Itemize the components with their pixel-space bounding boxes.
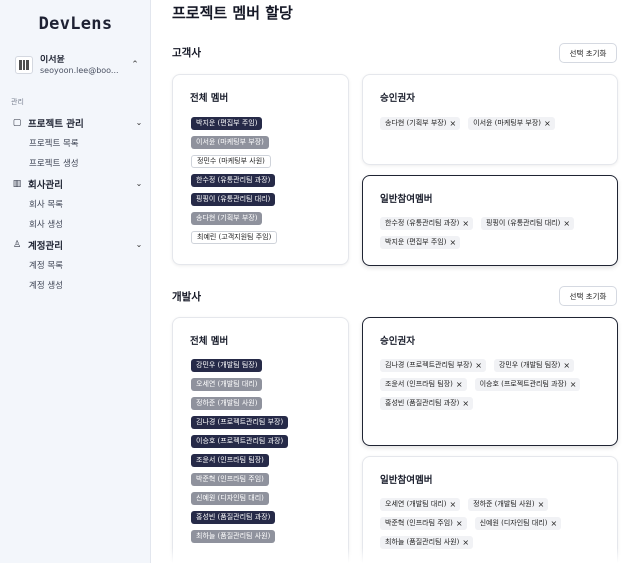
developer-participants-card[interactable]: 일반참여멤버 오세연 (개발팀 대리) × 정하준 (개발팀 사원) × 박준혁 (… (362, 456, 618, 563)
nav-group-label: 프로젝트 관리 (28, 118, 84, 130)
member-chip[interactable]: 박지운 (편집부 주임) (191, 117, 263, 130)
member-chip[interactable]: 정하준 (개발팀 사원) (191, 397, 263, 410)
participant-tag: 한수정 (유통관리팀 과장) × (380, 217, 474, 230)
folder-icon: ▢ (12, 117, 22, 128)
member-chip[interactable]: 한수정 (유통관리팀 과장) (191, 174, 276, 187)
remove-icon[interactable]: × (449, 236, 456, 249)
remove-icon[interactable]: × (462, 397, 469, 410)
member-chip[interactable]: 홍성빈 (품질관리팀 과장) (191, 511, 276, 524)
approver-tag: 이승호 (프로젝트관리팀 과장) × (474, 378, 581, 391)
sidebar: DevLens 이서윤 seoyoon.lee@boo... ⌃ 관리 ▢ 프로… (0, 0, 151, 563)
developer-approvers-card[interactable]: 승인권자 김나경 (프로젝트관리팀 부장) × 강민우 (개발팀 팀장) × 조윤서… (362, 317, 618, 446)
person-icon: ♙ (12, 239, 22, 250)
participant-tag: 오세연 (개발팀 대리) × (380, 498, 461, 511)
reset-selection-button[interactable]: 선택 초기화 (559, 43, 617, 63)
nav-group-account[interactable]: ♙ 계정관리 ⌄ (0, 234, 151, 255)
section-title-developer: 개발사 (172, 291, 201, 303)
card-title: 승인권자 (380, 93, 415, 104)
brand-logo[interactable]: DevLens (0, 14, 151, 34)
user-name: 이서윤 (40, 54, 65, 65)
client-all-members-card: 전체 멤버 박지운 (편집부 주임) 이서윤 (마케팅부 부장) 정민수 (마케… (172, 74, 349, 265)
participant-tag: 박지운 (편집부 주임) × (380, 236, 461, 249)
chevron-down-icon: ⌄ (135, 240, 143, 249)
remove-icon[interactable]: × (449, 117, 456, 130)
sidebar-item-company-create[interactable]: 회사 생성 (0, 214, 151, 234)
sidebar-item-company-list[interactable]: 회사 목록 (0, 194, 151, 214)
section-title-client: 고객사 (172, 47, 201, 59)
card-title: 승인권자 (380, 336, 415, 347)
client-approvers-card[interactable]: 승인권자 송다현 (기획부 부장) × 이서윤 (마케팅부 부장) × (362, 74, 618, 165)
participant-tag: 핑핑이 (유통관리팀 대리) × (481, 217, 575, 230)
chevron-down-icon: ⌄ (135, 118, 143, 127)
remove-icon[interactable]: × (570, 378, 577, 391)
approver-tag: 조윤서 (인프라팀 팀장) × (380, 378, 467, 391)
user-email: seoyoon.lee@boo... (40, 65, 119, 75)
member-chip[interactable]: 강민우 (개발팀 팀장) (191, 359, 263, 372)
participant-tag: 정하준 (개발팀 사원) × (468, 498, 549, 511)
remove-icon[interactable]: × (475, 359, 482, 372)
member-chip[interactable]: 최예린 (고객지원팀 주임) (191, 231, 278, 244)
sidebar-item-project-list[interactable]: 프로젝트 목록 (0, 133, 151, 153)
nav-group-project[interactable]: ▢ 프로젝트 관리 ⌄ (0, 112, 151, 133)
chevron-up-down-icon: ⌃ (131, 60, 139, 70)
reset-selection-button[interactable]: 선택 초기화 (559, 286, 617, 306)
member-chip[interactable]: 박준혁 (인프라팀 주임) (191, 473, 269, 486)
member-chip[interactable]: 오세연 (개발팀 대리) (191, 378, 263, 391)
section-label: 관리 (11, 98, 24, 106)
user-switcher[interactable]: 이서윤 seoyoon.lee@boo... ⌃ (10, 51, 141, 79)
chevron-down-icon: ⌄ (135, 179, 143, 188)
approver-tag: 김나경 (프로젝트관리팀 부장) × (380, 359, 486, 372)
member-chip[interactable]: 최하늘 (품질관리팀 사원) (191, 530, 276, 543)
card-title: 전체 멤버 (190, 93, 229, 104)
approver-tag: 이서윤 (마케팅부 부장) × (468, 117, 555, 130)
client-participants-card[interactable]: 일반참여멤버 한수정 (유통관리팀 과장) × 핑핑이 (유통관리팀 대리) × 박… (362, 175, 618, 266)
approver-tag: 강민우 (개발팀 팀장) × (493, 359, 575, 372)
page-title: 프로젝트 멤버 할당 (172, 4, 293, 22)
member-chip[interactable]: 이서윤 (마케팅부 부장) (191, 136, 269, 149)
nav-group-label: 회사관리 (28, 179, 63, 191)
participant-tag: 박준혁 (인프라팀 주임) × (380, 517, 467, 530)
remove-icon[interactable]: × (563, 217, 570, 230)
member-chip[interactable]: 김나경 (프로젝트관리팀 부장) (191, 416, 289, 429)
remove-icon[interactable]: × (456, 378, 463, 391)
member-chip[interactable]: 송다현 (기획부 부장) (191, 212, 263, 225)
sidebar-item-account-list[interactable]: 계정 목록 (0, 255, 151, 275)
card-title: 전체 멤버 (190, 336, 229, 347)
remove-icon[interactable]: × (462, 217, 469, 230)
member-chip[interactable]: 신예원 (디자인팀 대리) (191, 492, 269, 505)
sidebar-nav: ▢ 프로젝트 관리 ⌄ 프로젝트 목록 프로젝트 생성 ▥ 회사관리 ⌄ 회사 … (0, 112, 151, 295)
remove-icon[interactable]: × (456, 517, 463, 530)
remove-icon[interactable]: × (563, 359, 570, 372)
card-title: 일반참여멤버 (380, 475, 433, 486)
sidebar-item-project-create[interactable]: 프로젝트 생성 (0, 153, 151, 173)
building-icon: ▥ (12, 178, 22, 189)
remove-icon[interactable]: × (550, 517, 557, 530)
nav-group-label: 계정관리 (28, 240, 63, 252)
card-title: 일반참여멤버 (380, 194, 433, 205)
avatar (15, 56, 33, 74)
remove-icon[interactable]: × (544, 117, 551, 130)
member-chip[interactable]: 조윤서 (인프라팀 팀장) (191, 454, 269, 467)
nav-group-company[interactable]: ▥ 회사관리 ⌄ (0, 173, 151, 194)
approver-tag: 홍성빈 (품질관리팀 과장) × (380, 397, 474, 410)
member-chip[interactable]: 핑핑이 (유통관리팀 대리) (191, 193, 276, 206)
remove-icon[interactable]: × (449, 498, 456, 511)
member-chip[interactable]: 정민수 (마케팅부 사원) (191, 155, 271, 168)
participant-tag: 신예원 (디자인팀 대리) × (474, 517, 562, 530)
main-content: 프로젝트 멤버 할당 고객사 선택 초기화 전체 멤버 박지운 (편집부 주임)… (151, 0, 633, 563)
approver-tag: 송다현 (기획부 부장) × (380, 117, 461, 130)
developer-all-members-card: 전체 멤버 강민우 (개발팀 팀장) 오세연 (개발팀 대리) 정하준 (개발팀… (172, 317, 349, 563)
member-chip[interactable]: 이승호 (프로젝트관리팀 과장) (191, 435, 289, 448)
remove-icon[interactable]: × (538, 498, 545, 511)
bottom-fade (151, 548, 633, 563)
sidebar-item-account-create[interactable]: 계정 생성 (0, 275, 151, 295)
